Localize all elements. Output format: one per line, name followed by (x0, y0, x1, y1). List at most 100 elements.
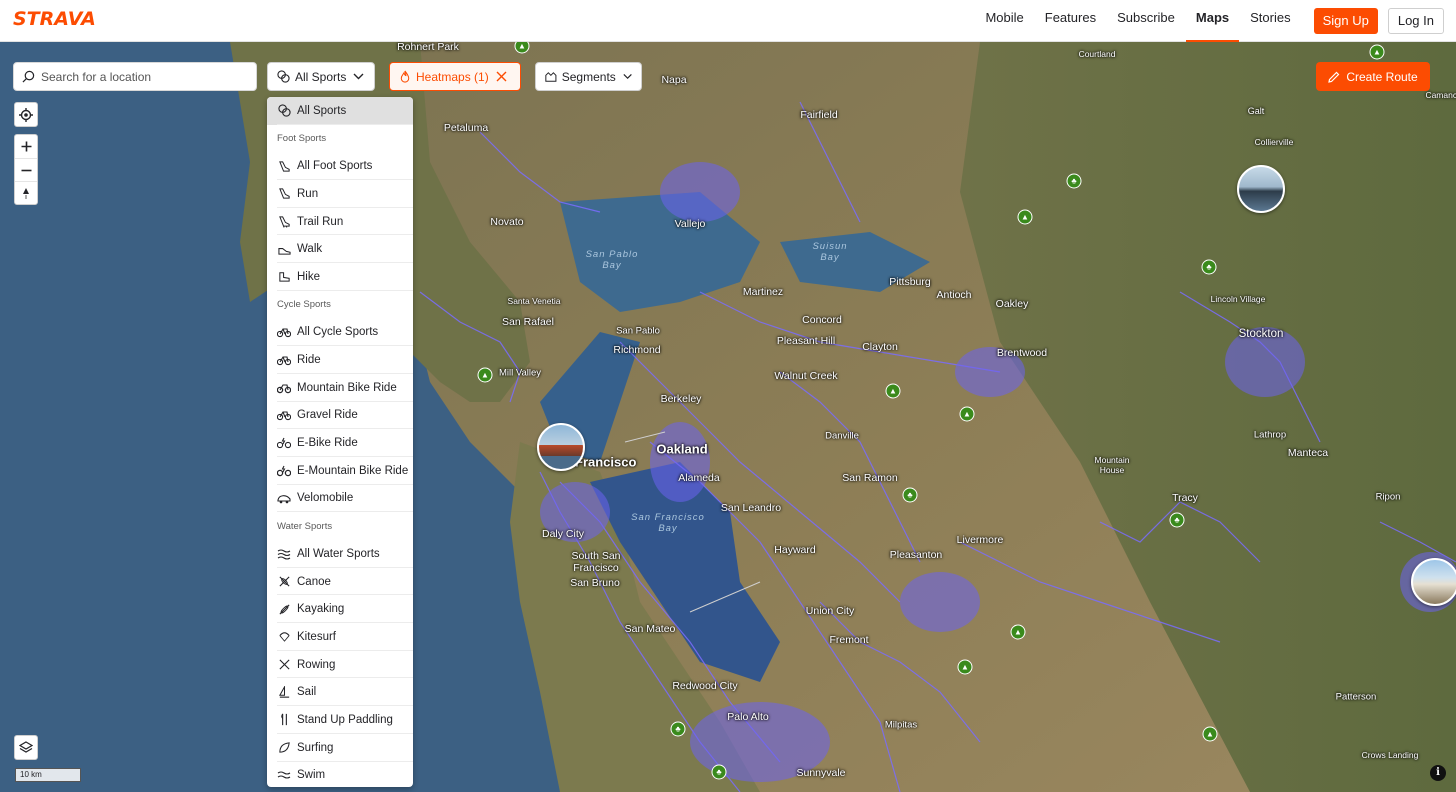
dropdown-item[interactable]: Mountain Bike Ride (267, 374, 413, 402)
dropdown-item-label: Stand Up Paddling (297, 713, 393, 726)
dropdown-item[interactable]: Velomobile (267, 485, 413, 513)
park-marker-icon[interactable]: ♣ (1066, 173, 1082, 189)
place-label: Courtland (1078, 49, 1116, 59)
place-label: Tracy (1172, 492, 1198, 504)
park-marker-icon[interactable]: ♣ (1201, 259, 1217, 275)
dropdown-item[interactable]: Swim (267, 762, 413, 788)
park-marker-icon[interactable]: ▲ (885, 383, 901, 399)
place-label: Camanche (1425, 90, 1456, 100)
locate-me-button[interactable] (15, 103, 37, 126)
bike-icon (277, 325, 291, 339)
segments-select[interactable]: Segments (535, 62, 642, 91)
photo-marker-golden-gate[interactable] (537, 423, 585, 471)
dropdown-item-label: Swim (297, 769, 326, 782)
park-marker-icon[interactable]: ▲ (1010, 624, 1026, 640)
dropdown-item[interactable]: Rowing (267, 651, 413, 679)
dropdown-item[interactable]: E-Mountain Bike Ride (267, 457, 413, 485)
dropdown-item-label: Run (297, 187, 319, 200)
dropdown-item-label: Kayaking (297, 603, 345, 616)
photo-marker-river[interactable] (1237, 165, 1285, 213)
park-marker-icon[interactable]: ♣ (711, 764, 727, 780)
nav-link-features[interactable]: Features (1045, 0, 1096, 42)
place-label: Union City (805, 605, 855, 617)
place-label: Manteca (1287, 447, 1329, 459)
park-marker-icon[interactable]: ♣ (902, 487, 918, 503)
water-label-san-pablo-bay: San Pablo Bay (585, 249, 639, 271)
dropdown-item-label: Rowing (297, 658, 336, 671)
dropdown-item-all-sports[interactable]: All Sports (267, 97, 413, 125)
zoom-in-button[interactable] (15, 135, 37, 158)
map-canvas[interactable]: San Pablo Bay Suisun Bay San Francisco B… (0, 42, 1456, 792)
place-label: San Pablo (616, 325, 660, 337)
info-icon[interactable]: i (1430, 765, 1446, 781)
paddleboard-icon (277, 713, 291, 727)
place-label: Novato (490, 216, 524, 228)
park-marker-icon[interactable]: ♣ (670, 721, 686, 737)
dropdown-item[interactable]: Hike (267, 263, 413, 291)
place-label: Collierville (1254, 137, 1294, 147)
place-label: San Leandro (720, 502, 782, 514)
chevron-down-icon (353, 73, 364, 80)
create-route-button[interactable]: Create Route (1316, 62, 1430, 91)
sport-type-select[interactable]: All Sports (267, 62, 375, 91)
photo-marker-road[interactable] (1411, 558, 1456, 606)
close-icon[interactable] (496, 71, 507, 82)
dropdown-item[interactable]: Gravel Ride (267, 402, 413, 430)
dropdown-item[interactable]: Sail (267, 678, 413, 706)
sign-up-button[interactable]: Sign Up (1313, 8, 1378, 34)
water-label-suisun-bay: Suisun Bay (812, 241, 848, 263)
hike-boot-icon (277, 270, 291, 284)
place-label: Galt (1247, 106, 1265, 116)
flame-icon (400, 70, 410, 83)
nav-link-stories[interactable]: Stories (1250, 0, 1290, 42)
dropdown-item[interactable]: Canoe (267, 568, 413, 596)
dropdown-item[interactable]: Run (267, 180, 413, 208)
place-label: Ripon (1375, 491, 1401, 503)
kitesurf-icon (277, 630, 291, 644)
strava-logo[interactable]: STRAVA (13, 8, 96, 30)
dropdown-item[interactable]: Ride (267, 346, 413, 374)
park-marker-icon[interactable]: ▲ (1369, 44, 1385, 60)
zoom-out-button[interactable] (15, 158, 37, 181)
dropdown-item-label: All Water Sports (297, 547, 380, 560)
dropdown-item-label: Trail Run (297, 215, 344, 228)
pencil-icon (1328, 71, 1340, 83)
dropdown-item[interactable]: Surfing (267, 734, 413, 762)
location-search[interactable] (13, 62, 257, 91)
sport-type-label: All Sports (295, 69, 347, 84)
park-marker-icon[interactable]: ▲ (477, 367, 493, 383)
dropdown-item[interactable]: Trail Run (267, 208, 413, 236)
log-in-button[interactable]: Log In (1387, 8, 1444, 34)
heatmaps-toggle[interactable]: Heatmaps (1) (389, 62, 521, 91)
place-label: Vallejo (674, 218, 706, 230)
dropdown-item[interactable]: All Foot Sports (267, 152, 413, 180)
dropdown-item[interactable]: Walk (267, 235, 413, 263)
place-label: Fairfield (800, 109, 838, 121)
place-label: Danville (825, 430, 859, 442)
park-marker-icon[interactable]: ♣ (1169, 512, 1185, 528)
nav-link-subscribe[interactable]: Subscribe (1117, 0, 1175, 42)
park-marker-icon[interactable]: ▲ (1202, 726, 1218, 742)
place-label: Crows Landing (1361, 750, 1419, 760)
nav-link-maps[interactable]: Maps (1185, 0, 1240, 42)
velomobile-icon (277, 491, 291, 505)
dropdown-item[interactable]: All Cycle Sports (267, 319, 413, 347)
dropdown-item[interactable]: Kayaking (267, 595, 413, 623)
dropdown-item[interactable]: Stand Up Paddling (267, 706, 413, 734)
park-marker-icon[interactable]: ▲ (959, 406, 975, 422)
place-label: South San Francisco (571, 550, 621, 574)
plus-icon (21, 141, 31, 152)
crosshair-icon (19, 107, 33, 122)
reset-north-button[interactable] (15, 181, 37, 204)
place-label: Clayton (862, 341, 898, 353)
park-marker-icon[interactable]: ▲ (1017, 209, 1033, 225)
nav-link-mobile[interactable]: Mobile (985, 0, 1023, 42)
dropdown-item[interactable]: All Water Sports (267, 540, 413, 568)
place-label: Stockton (1238, 328, 1284, 340)
dropdown-item[interactable]: Kitesurf (267, 623, 413, 651)
dropdown-item-label: All Foot Sports (297, 160, 373, 173)
map-layers-button[interactable] (15, 736, 37, 759)
dropdown-item[interactable]: E-Bike Ride (267, 429, 413, 457)
search-input[interactable] (41, 69, 241, 84)
park-marker-icon[interactable]: ▲ (957, 659, 973, 675)
